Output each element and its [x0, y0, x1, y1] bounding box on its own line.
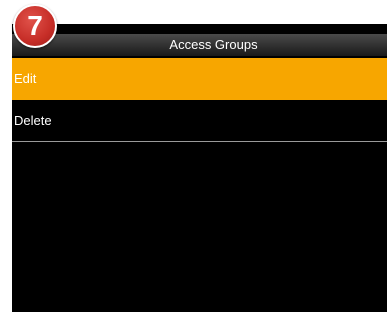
device-screen: Access Groups Edit Delete — [12, 24, 387, 312]
menu-item-label: Edit — [14, 71, 37, 86]
title-bar: Access Groups — [12, 34, 387, 56]
menu-item-label: Delete — [14, 113, 52, 128]
step-number-badge: 7 — [13, 4, 57, 48]
page-title: Access Groups — [169, 37, 258, 52]
menu-item-edit[interactable]: Edit — [12, 58, 387, 100]
menu-item-delete[interactable]: Delete — [12, 100, 387, 142]
